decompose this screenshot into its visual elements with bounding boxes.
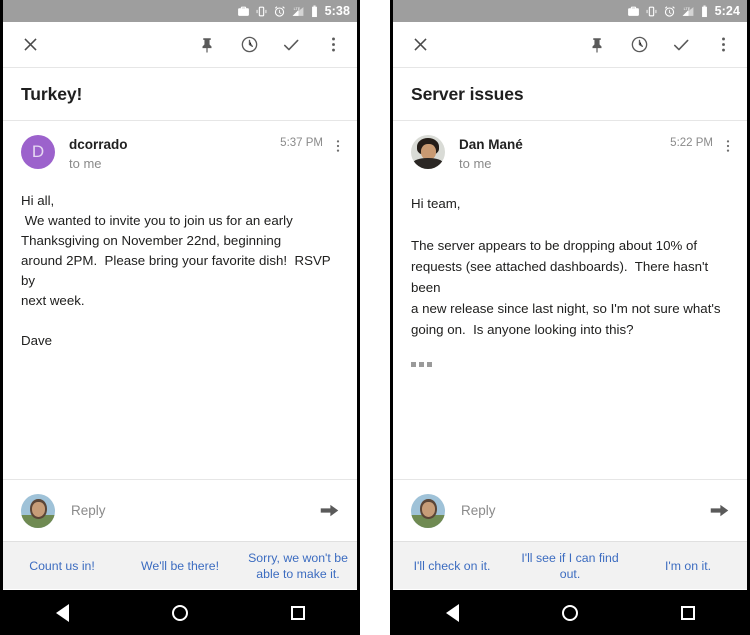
smart-reply-bar: Count us in! We'll be there! Sorry, we w… — [3, 541, 357, 589]
clock-icon[interactable] — [628, 34, 650, 56]
avatar[interactable]: D — [21, 135, 55, 169]
subject-row: Turkey! — [3, 68, 357, 121]
check-icon[interactable] — [280, 34, 302, 56]
status-time: 5:38 — [324, 4, 350, 18]
more-vertical-icon[interactable] — [322, 34, 344, 56]
pin-icon[interactable] — [196, 34, 218, 56]
android-nav-bar — [3, 589, 357, 635]
message-text: Hi all, We wanted to invite you to join … — [21, 193, 331, 348]
status-time: 5:24 — [714, 4, 740, 18]
phone-left: LTE 5:38 Turkey! D dcorrado to me 5:37 P… — [0, 0, 360, 635]
close-icon[interactable] — [19, 34, 41, 56]
page-title: Server issues — [411, 84, 524, 104]
briefcase-icon — [627, 5, 640, 18]
sender-row: Dan Mané to me 5:22 PM — [393, 121, 747, 173]
svg-text:LTE: LTE — [683, 6, 690, 10]
sender-recipient: to me — [69, 156, 102, 171]
recents-button[interactable] — [281, 596, 315, 630]
reply-input[interactable]: Reply — [55, 503, 317, 518]
alarm-icon — [663, 5, 676, 18]
signal-icon: LTE — [681, 5, 695, 18]
back-button[interactable] — [45, 596, 79, 630]
user-avatar — [411, 493, 445, 528]
page-title: Turkey! — [21, 84, 83, 104]
phone-right: LTE 5:24 Server issues Dan Mané to me 5:… — [390, 0, 750, 635]
dual-phone-comparison: LTE 5:38 Turkey! D dcorrado to me 5:37 P… — [0, 0, 750, 635]
sender-name: dcorrado — [69, 137, 128, 152]
smart-reply-chip[interactable]: I'll check on it. — [393, 558, 511, 574]
avatar[interactable] — [411, 135, 445, 169]
message-timestamp: 5:37 PM — [280, 137, 323, 149]
reply-input[interactable]: Reply — [445, 503, 707, 518]
toolbar-left — [3, 22, 357, 68]
smart-reply-chip[interactable]: Sorry, we won't be able to make it. — [239, 550, 357, 582]
reply-bar[interactable]: Reply — [393, 479, 747, 541]
vibrate-icon — [645, 5, 658, 18]
send-icon[interactable] — [317, 499, 341, 523]
toolbar-right — [393, 22, 747, 68]
alarm-icon — [273, 5, 286, 18]
message-more-icon[interactable] — [721, 137, 735, 155]
back-button[interactable] — [435, 596, 469, 630]
briefcase-icon — [237, 5, 250, 18]
signal-icon: LTE — [291, 5, 305, 18]
expand-trimmed-content-icon[interactable] — [411, 358, 439, 371]
smart-reply-bar: I'll check on it. I'll see if I can find… — [393, 541, 747, 589]
user-avatar — [21, 493, 55, 528]
avatar-initial: D — [31, 142, 45, 161]
send-icon[interactable] — [707, 499, 731, 523]
message-body-right[interactable]: Dan Mané to me 5:22 PM Hi team, The serv… — [393, 121, 747, 479]
clock-icon[interactable] — [238, 34, 260, 56]
pin-icon[interactable] — [586, 34, 608, 56]
subject-row: Server issues — [393, 68, 747, 121]
close-icon[interactable] — [409, 34, 431, 56]
smart-reply-chip[interactable]: Count us in! — [3, 558, 121, 574]
android-nav-bar — [393, 589, 747, 635]
vibrate-icon — [255, 5, 268, 18]
more-vertical-icon[interactable] — [712, 34, 734, 56]
sender-row: D dcorrado to me 5:37 PM — [3, 121, 357, 173]
status-bar-left: LTE 5:38 — [3, 0, 357, 22]
sender-name: Dan Mané — [459, 137, 523, 152]
home-button[interactable] — [553, 596, 587, 630]
battery-icon — [310, 5, 319, 18]
message-more-icon[interactable] — [331, 137, 345, 155]
message-text: Hi team, The server appears to be droppi… — [411, 196, 721, 337]
reply-bar[interactable]: Reply — [3, 479, 357, 541]
message-body-left[interactable]: D dcorrado to me 5:37 PM Hi all, We want… — [3, 121, 357, 479]
status-bar-right: LTE 5:24 — [393, 0, 747, 22]
sender-recipient: to me — [459, 156, 492, 171]
check-icon[interactable] — [670, 34, 692, 56]
recents-button[interactable] — [671, 596, 705, 630]
smart-reply-chip[interactable]: We'll be there! — [121, 558, 239, 574]
svg-text:LTE: LTE — [293, 6, 300, 10]
smart-reply-chip[interactable]: I'm on it. — [629, 558, 747, 574]
battery-icon — [700, 5, 709, 18]
smart-reply-chip[interactable]: I'll see if I can find out. — [511, 550, 629, 582]
message-timestamp: 5:22 PM — [670, 137, 713, 149]
home-button[interactable] — [163, 596, 197, 630]
